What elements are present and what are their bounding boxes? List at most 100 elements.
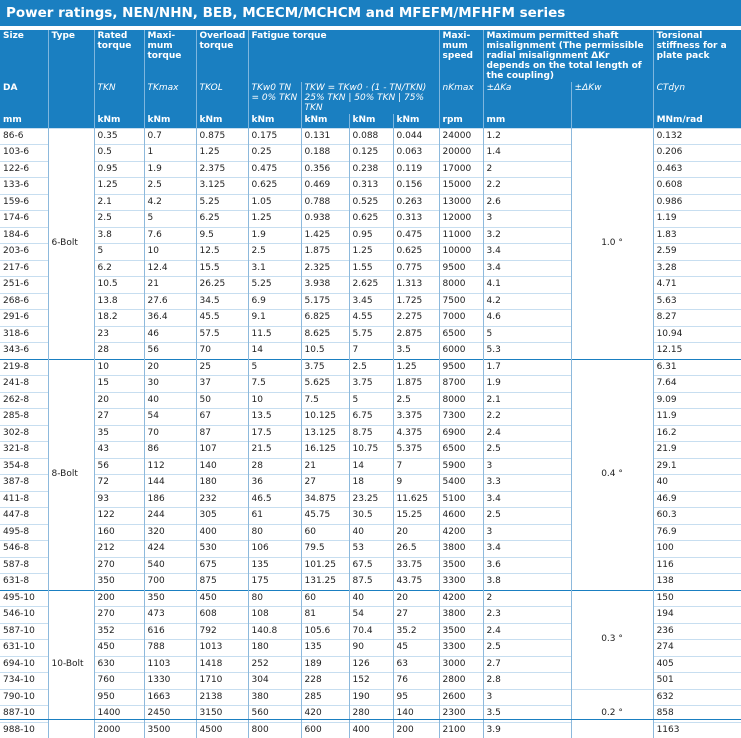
cell-75pct: 200	[392, 721, 440, 738]
cell-dka: 5	[482, 325, 572, 343]
cell-tkw0: 108	[247, 606, 301, 623]
cell-25pct: 0.356	[300, 160, 349, 178]
cell-25pct: 3.938	[300, 276, 349, 293]
cell-tkw0: 28	[247, 457, 301, 475]
cell-dkw: 0.2 °	[570, 688, 654, 738]
cell-overload: 400	[195, 523, 248, 541]
unit-knm-rated: kNm	[93, 114, 144, 128]
cell-25pct: 0.938	[300, 210, 349, 227]
cell-75pct: 11.625	[392, 490, 440, 508]
cell-75pct: 0.313	[392, 210, 440, 227]
cell-75pct: 0.063	[392, 144, 440, 161]
cell-25pct: 0.469	[300, 177, 349, 194]
cell-overload: 2.375	[195, 160, 248, 178]
cell-75pct: 15.25	[392, 507, 440, 524]
cell-dka: 1.7	[482, 358, 572, 376]
cell-25pct: 6.825	[300, 309, 349, 326]
header-max-torque: Maxi-mum torque	[143, 30, 196, 82]
cell-speed: 2600	[438, 688, 484, 706]
cell-size: 734-10	[0, 672, 48, 689]
cell-max: 424	[143, 540, 196, 557]
cell-dka: 2.5	[482, 639, 572, 656]
cell-50pct: 87.5	[348, 573, 393, 590]
cell-speed: 8700	[438, 375, 484, 392]
cell-dka: 2.6	[482, 193, 572, 211]
cell-size: 790-10	[0, 688, 48, 706]
cell-dka: 3.6	[482, 556, 572, 574]
cell-50pct: 0.088	[348, 127, 393, 145]
cell-speed: 10000	[438, 243, 484, 260]
cell-size: 546-8	[0, 540, 48, 557]
cell-speed: 4200	[438, 523, 484, 541]
cell-75pct: 9	[392, 474, 440, 491]
cell-max: 56	[143, 342, 196, 359]
unit-knm-50: kNm	[348, 114, 393, 128]
cell-25pct: 34.875	[300, 490, 349, 508]
cell-tkw0: 13.5	[247, 408, 301, 425]
cell-max: 46	[143, 325, 196, 343]
cell-max: 616	[143, 622, 196, 640]
cell-50pct: 53	[348, 540, 393, 557]
cell-size: 447-8	[0, 507, 48, 524]
cell-speed: 11000	[438, 226, 484, 244]
tkw-formula: TKW = TKw0 · (1 - TN/TKN)	[304, 83, 427, 93]
cell-stiffness: 632	[652, 688, 741, 706]
cell-type: 10-Bolt	[47, 589, 94, 738]
cell-dka: 2.7	[482, 655, 572, 673]
cell-size: 495-8	[0, 523, 48, 541]
unit-knm-max: kNm	[143, 114, 196, 128]
cell-max: 540	[143, 556, 196, 574]
cell-25pct: 105.6	[300, 622, 349, 640]
cell-50pct: 23.25	[348, 490, 393, 508]
cell-max: 5	[143, 210, 196, 227]
cell-25pct: 0.188	[300, 144, 349, 161]
cell-75pct: 3.5	[392, 342, 440, 359]
cell-size: 203-6	[0, 243, 48, 260]
cell-speed: 3800	[438, 540, 484, 557]
cell-speed: 3500	[438, 622, 484, 640]
header-dkw: ±ΔKw	[570, 82, 654, 114]
unit-knm-overload: kNm	[195, 114, 248, 128]
cell-size: 343-6	[0, 342, 48, 359]
cell-75pct: 27	[392, 606, 440, 623]
cell-dka: 3.3	[482, 474, 572, 491]
cell-50pct: 67.5	[348, 556, 393, 574]
cell-speed: 7300	[438, 408, 484, 425]
cell-25pct: 1.425	[300, 226, 349, 244]
cell-25pct: 2.325	[300, 259, 349, 277]
cell-dka: 3	[482, 688, 572, 706]
cell-tkw0: 3.1	[247, 259, 301, 277]
cell-dka: 2.2	[482, 177, 572, 194]
cell-tkw0: 106	[247, 540, 301, 557]
cell-overload: 107	[195, 441, 248, 458]
table-row: 790-10 950 1663 2138 380 285 190 95 2600 3 0.2 ° 63…	[0, 688, 741, 738]
cell-size: 122-6	[0, 160, 48, 178]
cell-stiffness: 9.09	[652, 391, 741, 409]
cell-50pct: 14	[348, 457, 393, 475]
cell-75pct: 1.875	[392, 375, 440, 392]
cell-overload: 675	[195, 556, 248, 574]
cell-dka: 3.4	[482, 243, 572, 260]
cell-dka: 1.4	[482, 144, 572, 161]
cell-overload: 232	[195, 490, 248, 508]
cell-size: 217-6	[0, 259, 48, 277]
cell-75pct: 45	[392, 639, 440, 656]
cell-tkw0: 1.25	[247, 210, 301, 227]
cell-25pct: 1.875	[300, 243, 349, 260]
cell-size: 251-6	[0, 276, 48, 293]
cell-rated: 212	[93, 540, 144, 557]
cell-max: 86	[143, 441, 196, 458]
cell-rated: 23	[93, 325, 144, 343]
cell-25pct: 131.25	[300, 573, 349, 590]
cell-tkw0: 252	[247, 655, 301, 673]
cell-max: 320	[143, 523, 196, 541]
cell-size: 184-6	[0, 226, 48, 244]
cell-50pct: 6.75	[348, 408, 393, 425]
cell-speed: 5100	[438, 490, 484, 508]
cell-50pct: 0.313	[348, 177, 393, 194]
cell-overload: 45.5	[195, 309, 248, 326]
cell-50pct: 3.75	[348, 375, 393, 392]
cell-dka: 4.2	[482, 292, 572, 310]
header-25pct: 25% TKN	[304, 93, 346, 103]
cell-max: 112	[143, 457, 196, 475]
